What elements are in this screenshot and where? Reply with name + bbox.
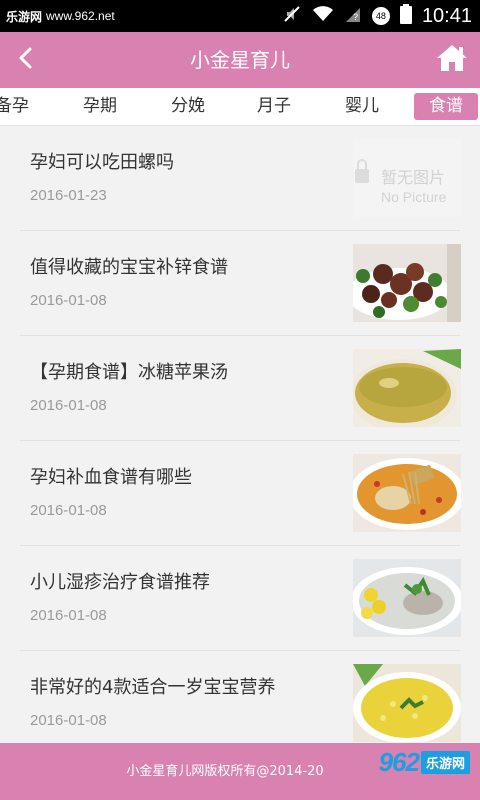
article-title: 小儿湿疹治疗食谱推荐 [30,572,210,593]
category-tabs: 备孕 孕期 分娩 月子 婴儿 食谱 [0,88,480,126]
tab-fenmian[interactable]: 分娩 [164,93,212,120]
svg-text:?: ? [353,12,358,22]
list-item[interactable]: 小儿湿疹治疗食谱推荐 2016-01-08 [20,546,461,651]
home-icon [435,43,469,77]
tab-shipu[interactable]: 食谱 [414,93,478,120]
article-title: 值得收藏的宝宝补锌食谱 [30,257,228,278]
article-date: 2016-01-23 [30,187,107,204]
list-item[interactable]: 孕妇可以吃田螺吗 2016-01-23 暂无图片 No Picture [20,126,461,231]
watermark-corner: 962 乐游网 [379,747,470,778]
article-thumbnail [353,559,461,637]
mute-icon [282,4,302,28]
watermark-label: 乐游网 [6,9,43,24]
article-thumbnail [353,244,461,322]
watermark-tag: 乐游网 www.962.net [0,0,115,32]
list-item[interactable]: 【孕期食谱】冰糖苹果汤 2016-01-08 [20,336,461,441]
article-thumbnail [353,664,461,742]
tab-yuezi[interactable]: 月子 [250,93,298,120]
no-picture-cn: 暂无图片 [381,168,445,187]
watermark-number: 962 [378,747,420,777]
status-icons: ? 48 10:41 [282,0,472,32]
article-thumbnail [353,454,461,532]
article-title: 孕妇可以吃田螺吗 [30,152,174,173]
app-header: 小金星育儿 [0,32,480,88]
list-item[interactable]: 非常好的4款适合一岁宝宝营养 2016-01-08 [20,651,461,756]
home-button[interactable] [434,42,470,78]
article-date: 2016-01-08 [30,397,107,414]
watermark-url: www.962.net [46,9,115,23]
article-list: 孕妇可以吃田螺吗 2016-01-23 暂无图片 No Picture 值得收藏… [20,126,461,756]
list-item[interactable]: 孕妇补血食谱有哪些 2016-01-08 [20,441,461,546]
article-date: 2016-01-08 [30,712,107,729]
article-title: 孕妇补血食谱有哪些 [30,467,192,488]
article-thumbnail: 暂无图片 No Picture [353,139,461,217]
article-date: 2016-01-08 [30,292,107,309]
status-bar: 乐游网 www.962.net ? 48 10:41 [0,0,480,32]
tab-yunqi[interactable]: 孕期 [76,93,124,120]
page-title: 小金星育儿 [190,48,290,72]
wifi-icon [312,5,334,27]
article-title: 非常好的4款适合一岁宝宝营养 [30,677,276,698]
signal-icon: ? [344,5,362,27]
no-picture-en: No Picture [381,189,447,205]
clock: 10:41 [421,4,472,27]
article-title: 【孕期食谱】冰糖苹果汤 [30,362,228,383]
footer: 小金星育儿网版权所有@2014-20 962 乐游网 [0,743,480,800]
tab-beiyun[interactable]: 备孕 [0,93,36,120]
article-date: 2016-01-08 [30,502,107,519]
watermark-text: 乐游网 [420,751,470,774]
article-date: 2016-01-08 [30,607,107,624]
battery-icon [399,4,412,28]
battery-badge: 48 [371,7,390,25]
tab-yinger[interactable]: 婴儿 [338,93,386,120]
list-item[interactable]: 值得收藏的宝宝补锌食谱 2016-01-08 [20,231,461,336]
article-thumbnail [353,349,461,427]
